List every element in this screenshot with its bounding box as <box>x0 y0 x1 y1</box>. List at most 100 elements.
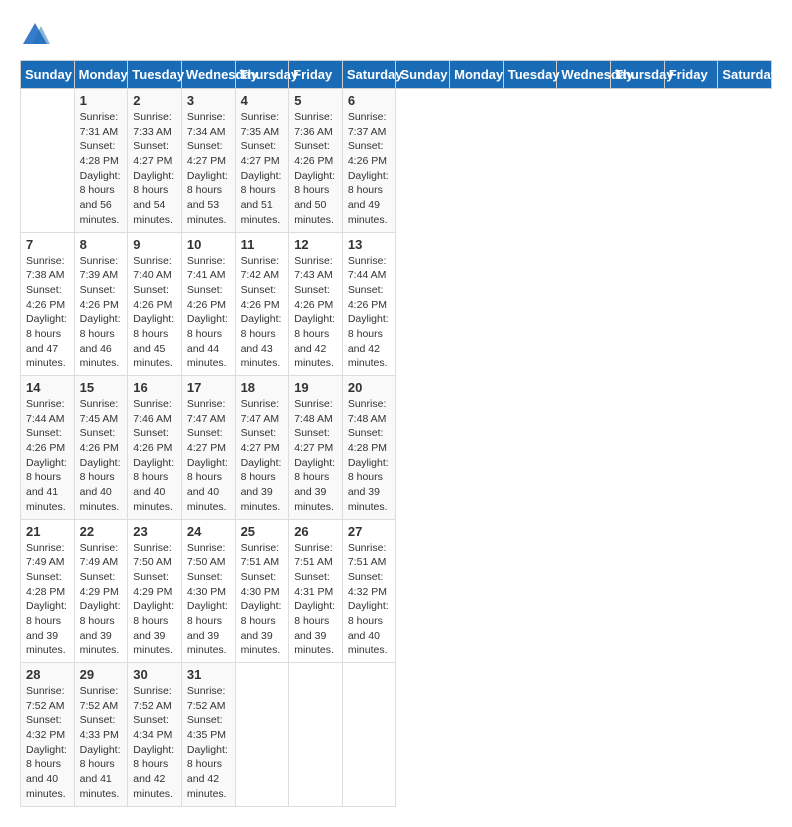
day-number: 8 <box>80 237 123 252</box>
calendar-week-3: 21 Sunrise: 7:49 AMSunset: 4:28 PMDayligh… <box>21 519 772 663</box>
header-sunday: Sunday <box>396 61 450 89</box>
day-info: Sunrise: 7:40 AMSunset: 4:26 PMDaylight:… <box>133 254 176 372</box>
calendar-cell: 11 Sunrise: 7:42 AMSunset: 4:26 PMDayligh… <box>235 232 289 376</box>
logo <box>20 20 54 50</box>
day-number: 19 <box>294 380 337 395</box>
day-number: 18 <box>241 380 284 395</box>
calendar-cell: 2 Sunrise: 7:33 AMSunset: 4:27 PMDaylight… <box>128 89 182 233</box>
day-number: 9 <box>133 237 176 252</box>
page-header <box>20 20 772 50</box>
day-info: Sunrise: 7:42 AMSunset: 4:26 PMDaylight:… <box>241 254 284 372</box>
day-number: 3 <box>187 93 230 108</box>
calendar-cell: 20 Sunrise: 7:48 AMSunset: 4:28 PMDayligh… <box>342 376 396 520</box>
day-info: Sunrise: 7:51 AMSunset: 4:30 PMDaylight:… <box>241 541 284 659</box>
header-monday: Monday <box>450 61 504 89</box>
header-wednesday: Wednesday <box>557 61 611 89</box>
day-info: Sunrise: 7:36 AMSunset: 4:26 PMDaylight:… <box>294 110 337 228</box>
calendar-cell <box>289 663 343 807</box>
day-number: 5 <box>294 93 337 108</box>
calendar-cell: 8Sunrise: 7:39 AMSunset: 4:26 PMDaylight… <box>74 232 128 376</box>
header-sunday: Sunday <box>21 61 75 89</box>
calendar-cell: 30 Sunrise: 7:52 AMSunset: 4:34 PMDayligh… <box>128 663 182 807</box>
day-number: 12 <box>294 237 337 252</box>
day-info: Sunrise: 7:44 AMSunset: 4:26 PMDaylight:… <box>348 254 391 372</box>
calendar-cell: 14Sunrise: 7:44 AMSunset: 4:26 PMDayligh… <box>21 376 75 520</box>
header-saturday: Saturday <box>718 61 772 89</box>
day-number: 22 <box>80 524 123 539</box>
calendar-cell: 9 Sunrise: 7:40 AMSunset: 4:26 PMDaylight… <box>128 232 182 376</box>
day-number: 11 <box>241 237 284 252</box>
calendar-cell: 15 Sunrise: 7:45 AMSunset: 4:26 PMDayligh… <box>74 376 128 520</box>
day-number: 25 <box>241 524 284 539</box>
calendar-header-row: SundayMondayTuesdayWednesdayThursdayFrid… <box>21 61 772 89</box>
calendar-cell: 6 Sunrise: 7:37 AMSunset: 4:26 PMDaylight… <box>342 89 396 233</box>
day-number: 1 <box>80 93 123 108</box>
day-number: 2 <box>133 93 176 108</box>
day-info: Sunrise: 7:52 AMSunset: 4:34 PMDaylight:… <box>133 684 176 802</box>
calendar-cell: 12 Sunrise: 7:43 AMSunset: 4:26 PMDayligh… <box>289 232 343 376</box>
calendar-week-2: 14Sunrise: 7:44 AMSunset: 4:26 PMDayligh… <box>21 376 772 520</box>
day-info: Sunrise: 7:48 AMSunset: 4:27 PMDaylight:… <box>294 397 337 515</box>
calendar-cell: 25 Sunrise: 7:51 AMSunset: 4:30 PMDayligh… <box>235 519 289 663</box>
day-info: Sunrise: 7:34 AMSunset: 4:27 PMDaylight:… <box>187 110 230 228</box>
day-number: 15 <box>80 380 123 395</box>
day-info: Sunrise: 7:45 AMSunset: 4:26 PMDaylight:… <box>80 397 123 515</box>
day-number: 27 <box>348 524 391 539</box>
day-number: 26 <box>294 524 337 539</box>
calendar-cell: 1 Sunrise: 7:31 AMSunset: 4:28 PMDaylight… <box>74 89 128 233</box>
calendar-cell <box>342 663 396 807</box>
day-info: Sunrise: 7:38 AMSunset: 4:26 PMDaylight:… <box>26 254 69 372</box>
calendar-cell <box>235 663 289 807</box>
day-info: Sunrise: 7:37 AMSunset: 4:26 PMDaylight:… <box>348 110 391 228</box>
day-number: 4 <box>241 93 284 108</box>
day-number: 7 <box>26 237 69 252</box>
calendar-cell: 7 Sunrise: 7:38 AMSunset: 4:26 PMDaylight… <box>21 232 75 376</box>
header-thursday: Thursday <box>611 61 665 89</box>
day-number: 6 <box>348 93 391 108</box>
day-number: 20 <box>348 380 391 395</box>
day-info: Sunrise: 7:51 AMSunset: 4:32 PMDaylight:… <box>348 541 391 659</box>
header-friday: Friday <box>664 61 718 89</box>
day-info: Sunrise: 7:46 AMSunset: 4:26 PMDaylight:… <box>133 397 176 515</box>
header-thursday: Thursday <box>235 61 289 89</box>
calendar-cell: 4 Sunrise: 7:35 AMSunset: 4:27 PMDaylight… <box>235 89 289 233</box>
calendar-table: SundayMondayTuesdayWednesdayThursdayFrid… <box>20 60 772 807</box>
header-monday: Monday <box>74 61 128 89</box>
day-info: Sunrise: 7:33 AMSunset: 4:27 PMDaylight:… <box>133 110 176 228</box>
day-info: Sunrise: 7:51 AMSunset: 4:31 PMDaylight:… <box>294 541 337 659</box>
day-number: 24 <box>187 524 230 539</box>
calendar-week-0: 1 Sunrise: 7:31 AMSunset: 4:28 PMDaylight… <box>21 89 772 233</box>
day-info: Sunrise: 7:31 AMSunset: 4:28 PMDaylight:… <box>80 110 123 228</box>
day-number: 10 <box>187 237 230 252</box>
calendar-cell <box>21 89 75 233</box>
calendar-cell: 18Sunrise: 7:47 AMSunset: 4:27 PMDayligh… <box>235 376 289 520</box>
day-number: 29 <box>80 667 123 682</box>
day-info: Sunrise: 7:49 AMSunset: 4:28 PMDaylight:… <box>26 541 69 659</box>
day-number: 13 <box>348 237 391 252</box>
calendar-cell: 17Sunrise: 7:47 AMSunset: 4:27 PMDayligh… <box>181 376 235 520</box>
calendar-cell: 5 Sunrise: 7:36 AMSunset: 4:26 PMDaylight… <box>289 89 343 233</box>
day-info: Sunrise: 7:50 AMSunset: 4:30 PMDaylight:… <box>187 541 230 659</box>
calendar-week-4: 28Sunrise: 7:52 AMSunset: 4:32 PMDayligh… <box>21 663 772 807</box>
calendar-cell: 29Sunrise: 7:52 AMSunset: 4:33 PMDayligh… <box>74 663 128 807</box>
calendar-cell: 16Sunrise: 7:46 AMSunset: 4:26 PMDayligh… <box>128 376 182 520</box>
calendar-cell: 24 Sunrise: 7:50 AMSunset: 4:30 PMDayligh… <box>181 519 235 663</box>
day-info: Sunrise: 7:48 AMSunset: 4:28 PMDaylight:… <box>348 397 391 515</box>
day-number: 31 <box>187 667 230 682</box>
logo-icon <box>20 20 50 50</box>
calendar-cell: 31Sunrise: 7:52 AMSunset: 4:35 PMDayligh… <box>181 663 235 807</box>
calendar-week-1: 7 Sunrise: 7:38 AMSunset: 4:26 PMDaylight… <box>21 232 772 376</box>
day-number: 30 <box>133 667 176 682</box>
day-info: Sunrise: 7:43 AMSunset: 4:26 PMDaylight:… <box>294 254 337 372</box>
day-info: Sunrise: 7:50 AMSunset: 4:29 PMDaylight:… <box>133 541 176 659</box>
calendar-cell: 23Sunrise: 7:50 AMSunset: 4:29 PMDayligh… <box>128 519 182 663</box>
day-info: Sunrise: 7:52 AMSunset: 4:32 PMDaylight:… <box>26 684 69 802</box>
calendar-cell: 19 Sunrise: 7:48 AMSunset: 4:27 PMDayligh… <box>289 376 343 520</box>
calendar-cell: 22Sunrise: 7:49 AMSunset: 4:29 PMDayligh… <box>74 519 128 663</box>
header-saturday: Saturday <box>342 61 396 89</box>
day-info: Sunrise: 7:41 AMSunset: 4:26 PMDaylight:… <box>187 254 230 372</box>
day-info: Sunrise: 7:35 AMSunset: 4:27 PMDaylight:… <box>241 110 284 228</box>
calendar-cell: 26 Sunrise: 7:51 AMSunset: 4:31 PMDayligh… <box>289 519 343 663</box>
day-number: 21 <box>26 524 69 539</box>
header-tuesday: Tuesday <box>503 61 557 89</box>
